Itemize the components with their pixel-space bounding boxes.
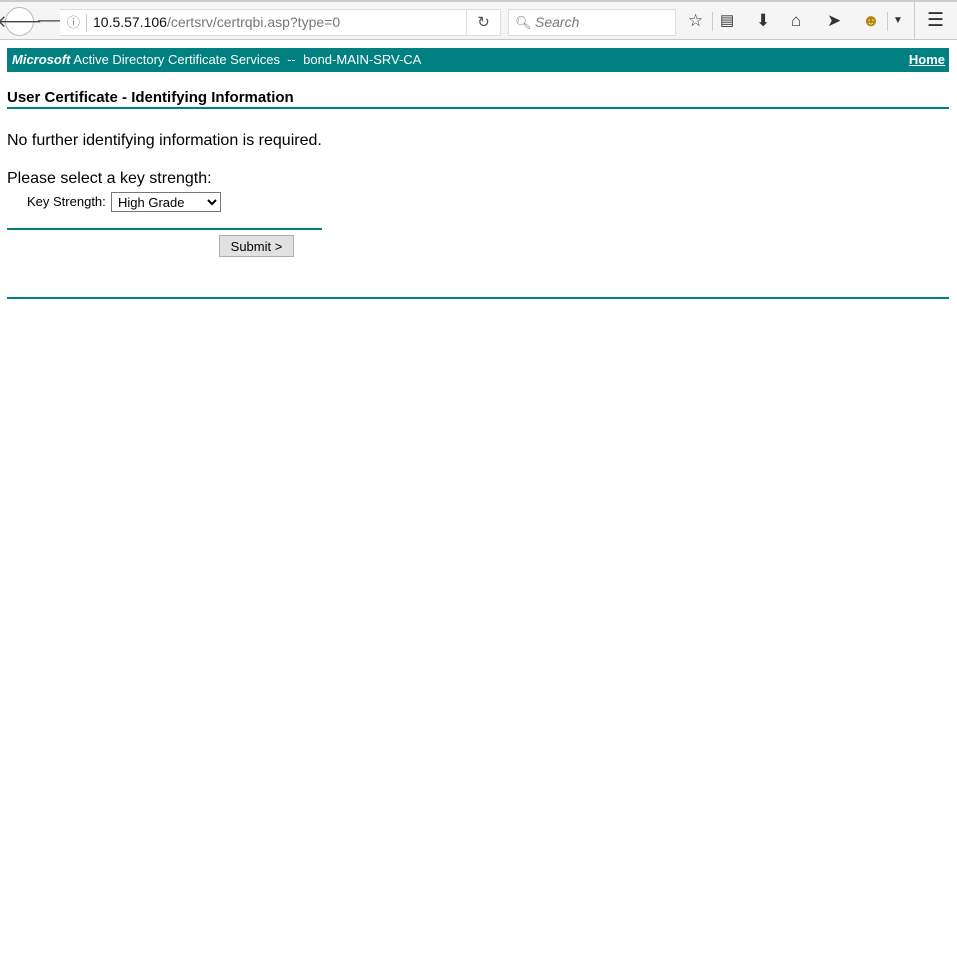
divider: [887, 12, 888, 31]
url-host: 10.5.57.106: [93, 14, 167, 30]
bookmark-star-icon[interactable]: ☆: [688, 11, 703, 31]
home-link[interactable]: Home: [909, 48, 945, 72]
reload-icon[interactable]: ↻: [466, 10, 500, 35]
divider: [914, 0, 915, 40]
divider: [86, 14, 87, 32]
divider: [712, 12, 713, 31]
key-strength-prompt: Please select a key strength:: [7, 170, 212, 187]
search-input[interactable]: 🔍︎ Search: [508, 9, 676, 36]
search-icon: 🔍︎: [515, 15, 532, 30]
send-icon[interactable]: ➤: [827, 11, 841, 31]
key-strength-label: Key Strength:: [27, 194, 106, 209]
search-placeholder: Search: [535, 14, 580, 30]
url-text: 10.5.57.106/certsrv/certrqbi.asp?type=0: [93, 10, 340, 35]
key-strength-select[interactable]: High Grade: [111, 192, 221, 212]
menu-icon[interactable]: ☰: [927, 11, 944, 31]
extension-monkey-icon[interactable]: ☻: [862, 11, 880, 31]
info-icon[interactable]: ⓘ: [67, 10, 80, 35]
download-icon[interactable]: ⬇: [756, 11, 770, 31]
submit-button[interactable]: Submit >: [219, 235, 294, 257]
reading-list-icon[interactable]: ▤: [720, 11, 734, 31]
dropdown-icon[interactable]: ▼: [893, 11, 903, 31]
divider: [7, 228, 322, 230]
site-header: Microsoft Active Directory Certificate S…: [7, 48, 949, 72]
header-title: Active Directory Certificate Services --…: [70, 52, 422, 67]
page-title: User Certificate - Identifying Informati…: [7, 89, 294, 106]
address-bar[interactable]: ⓘ 10.5.57.106/certsrv/certrqbi.asp?type=…: [60, 9, 501, 36]
divider: [7, 107, 949, 109]
url-path: /certsrv/certrqbi.asp?type=0: [166, 14, 341, 30]
divider: [7, 297, 949, 299]
info-text: No further identifying information is re…: [7, 132, 322, 149]
brand-name: Microsoft: [12, 52, 71, 67]
home-icon[interactable]: ⌂: [791, 11, 801, 31]
browser-toolbar: 🡐 🡒 ⓘ 10.5.57.106/certsrv/certrqbi.asp?t…: [0, 0, 957, 40]
back-button[interactable]: 🡐: [0, 7, 42, 36]
